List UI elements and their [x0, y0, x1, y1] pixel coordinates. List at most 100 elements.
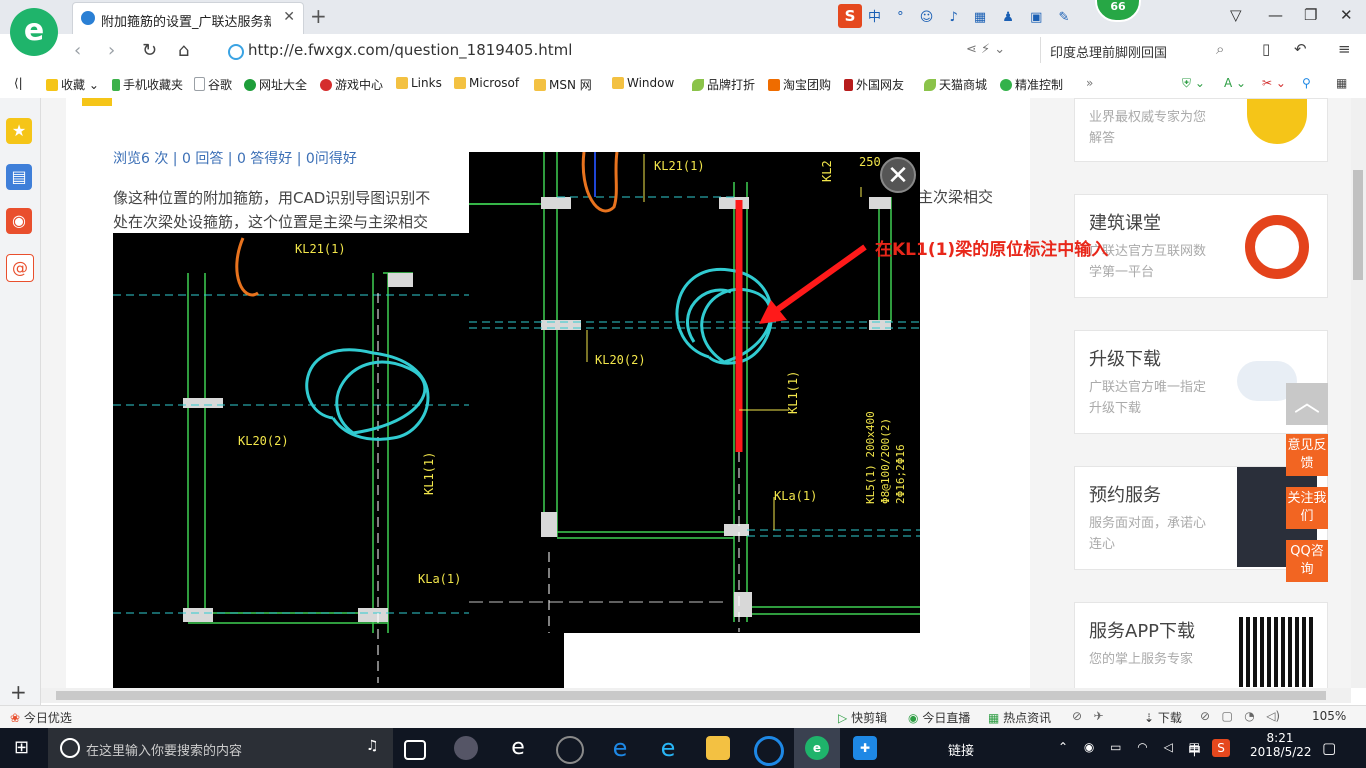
bookmark-item[interactable]: Links: [396, 76, 442, 90]
star-icon: [46, 79, 58, 91]
sidebar-card-classroom[interactable]: 建筑课堂 广联达官方互联网数学第一平台: [1074, 194, 1328, 298]
minimize-button[interactable]: —: [1268, 6, 1283, 24]
leaf-icon: [924, 79, 936, 91]
vertical-scroll-thumb[interactable]: [1353, 170, 1363, 280]
new-tab-button[interactable]: +: [310, 4, 327, 28]
horizontal-scroll-thumb[interactable]: [56, 691, 1326, 700]
cad-label: KL20(2): [595, 353, 646, 367]
tray-icons[interactable]: ⌃ ◉ ▭ ◠ ◁ ▤: [1058, 740, 1206, 754]
feedback-button[interactable]: 意见反馈: [1286, 434, 1328, 476]
share-icon[interactable]: ⋖ ⚡ ⌄: [966, 42, 1005, 57]
ime-indicator[interactable]: 中: [1188, 740, 1201, 759]
qr-code-image: [1239, 617, 1315, 687]
task-view-icon[interactable]: [404, 740, 426, 760]
close-window-button[interactable]: ✕: [1340, 6, 1353, 24]
fan-app-icon[interactable]: [454, 736, 478, 760]
browser-app-icon[interactable]: e: [506, 736, 530, 760]
bookmark-item[interactable]: 外国网友: [844, 76, 904, 93]
close-lightbox-button[interactable]: ✕: [880, 157, 916, 193]
bookmark-item[interactable]: 淘宝团购: [768, 76, 831, 93]
ime-mode[interactable]: 中: [868, 10, 887, 25]
undo-icon[interactable]: ↶: [1294, 40, 1307, 58]
browser-logo-icon[interactable]: e: [10, 8, 58, 56]
ie-icon[interactable]: e: [656, 736, 680, 760]
card-title: 建筑课堂: [1089, 213, 1161, 234]
tab-close-icon[interactable]: ✕: [283, 9, 295, 25]
phone-icon: [112, 79, 120, 91]
zoom-level[interactable]: 105%: [1312, 709, 1346, 723]
windows-start-icon[interactable]: ⊞: [14, 737, 29, 758]
translate-icon[interactable]: A ⌄: [1224, 76, 1246, 90]
sogou-ime-logo[interactable]: S: [838, 4, 862, 28]
download-item[interactable]: ⇣ 下载: [1144, 709, 1182, 726]
favorites-icon[interactable]: ★: [6, 118, 32, 144]
card-title: 服务APP下载: [1089, 621, 1196, 642]
restore-button[interactable]: ❐: [1304, 6, 1317, 24]
menu-icon[interactable]: ≡: [1338, 40, 1351, 58]
shirt-icon[interactable]: ▽: [1230, 6, 1242, 24]
browser-tab[interactable]: 附加箍筋的设置_广联达服务新干 ✕: [72, 2, 304, 35]
glodon-app-icon[interactable]: [754, 736, 784, 766]
add-sidebar-icon[interactable]: +: [10, 680, 27, 704]
mail-icon[interactable]: @: [6, 254, 34, 282]
classroom-logo-icon: [1245, 215, 1309, 279]
sidebar-card-app[interactable]: 服务APP下载 您的掌上服务专家: [1074, 602, 1328, 690]
grid-icon[interactable]: ▦: [1336, 76, 1347, 90]
bookmark-item[interactable]: MSN 网: [534, 76, 592, 93]
game-icon: [320, 79, 332, 91]
search-icon[interactable]: ⌕: [1216, 40, 1224, 58]
site-favicon: [81, 11, 95, 25]
zoom-icon[interactable]: ⚲: [1302, 76, 1311, 90]
status-extra-icons[interactable]: ⊘ ▢ ◔ ◁): [1200, 709, 1280, 723]
sidebar-card-experts[interactable]: 业界最权威专家为您解答: [1074, 98, 1328, 162]
taskbar-search-input[interactable]: 在这里输入你要搜索的内容: [86, 740, 242, 759]
mascot-image: [1247, 99, 1307, 144]
weibo-icon[interactable]: ◉: [6, 208, 32, 234]
edge-icon[interactable]: e: [608, 736, 632, 760]
bookmark-item[interactable]: 品牌打折: [692, 76, 755, 93]
reader-icon[interactable]: ▤: [6, 164, 32, 190]
bookmark-item[interactable]: 天猫商城: [924, 76, 987, 93]
status-item[interactable]: ▦ 热点资讯: [988, 709, 1051, 726]
back-to-top-button[interactable]: ︿: [1286, 383, 1328, 425]
ime-toolbar[interactable]: 中 ° ☺ ♪ ▦ ♟ ▣ ✎: [868, 6, 1075, 25]
scissors-icon[interactable]: ✂ ⌄: [1262, 76, 1286, 90]
bookmark-item[interactable]: Window: [612, 76, 674, 90]
bookmark-item[interactable]: 网址大全: [244, 76, 307, 93]
reload-icon[interactable]: ↻: [142, 40, 157, 61]
bookmark-item[interactable]: 手机收藏夹: [112, 76, 183, 93]
back-icon[interactable]: ‹: [74, 40, 81, 61]
sidebar-toggle-icon[interactable]: ⟨|: [14, 76, 23, 90]
question-stats[interactable]: 浏览6 次 | 0 回答 | 0 答得好 | 0问得好: [113, 148, 357, 168]
status-item[interactable]: ◉ 今日直播: [908, 709, 970, 726]
annotation-arrow: [759, 244, 867, 324]
shield-icon[interactable]: ⛨ ⌄: [1182, 76, 1205, 91]
bookmark-item[interactable]: 精准控制: [1000, 76, 1063, 93]
bookmark-item[interactable]: Microsof: [454, 76, 519, 90]
follow-button[interactable]: 关注我们: [1286, 487, 1328, 529]
daily-picks[interactable]: ❀ 今日优选: [10, 709, 72, 726]
cad-label: KLa(1): [774, 489, 817, 503]
forward-icon[interactable]: ›: [108, 40, 115, 61]
bookmark-item[interactable]: 收藏 ⌄: [46, 76, 99, 93]
active-browser-icon[interactable]: e: [805, 736, 829, 760]
file-explorer-icon[interactable]: [706, 736, 730, 760]
notification-center-icon[interactable]: ▢: [1322, 739, 1336, 757]
taskbar-search[interactable]: 在这里输入你要搜索的内容 ♫: [48, 728, 393, 768]
mobile-icon[interactable]: ▯: [1262, 40, 1270, 58]
status-item[interactable]: ▷ 快剪辑: [838, 709, 887, 726]
clock[interactable]: 8:21 2018/5/22: [1250, 731, 1312, 759]
more-bookmarks-icon[interactable]: »: [1086, 76, 1093, 90]
qq-consult-button[interactable]: QQ咨询: [1286, 540, 1328, 582]
teamviewer-icon[interactable]: ✚: [853, 736, 877, 760]
microphone-icon[interactable]: ♫: [366, 738, 379, 754]
home-icon[interactable]: ⌂: [178, 40, 189, 61]
spiral-app-icon[interactable]: [556, 736, 584, 764]
status-tools-icon[interactable]: ⊘ ✈: [1072, 709, 1104, 723]
url-text[interactable]: http://e.fwxgx.com/question_1819405.html: [248, 41, 572, 59]
bookmark-item[interactable]: 游戏中心: [320, 76, 383, 93]
links-toolbar[interactable]: 链接: [948, 740, 974, 759]
bookmark-item[interactable]: 谷歌: [194, 76, 232, 93]
search-input[interactable]: 印度总理前脚刚回国: [1050, 42, 1167, 61]
sogou-tray-icon[interactable]: S: [1212, 739, 1230, 757]
